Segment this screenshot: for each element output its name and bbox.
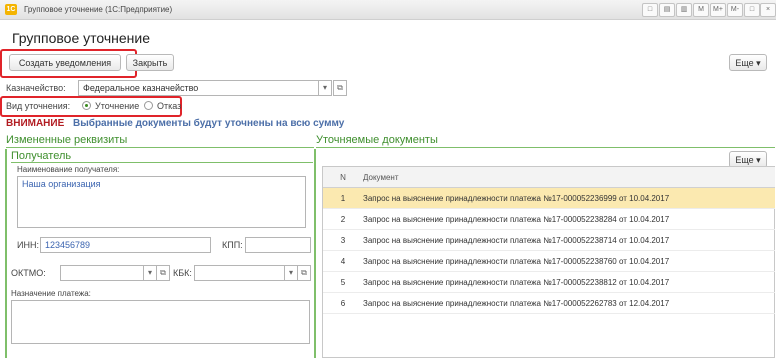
left-panel-border <box>5 149 7 358</box>
kpp-label: КПП: <box>222 240 243 250</box>
radio-clarification[interactable] <box>82 101 91 110</box>
row-number: 4 <box>323 250 363 272</box>
documents-title: Уточняемые документы <box>316 134 438 146</box>
documents-table: N Документ 1 Запрос на выяснение принадл… <box>323 167 775 314</box>
window-list-icon[interactable]: ▤ <box>659 3 675 17</box>
kbk-chevron-down-icon[interactable]: ▾ <box>284 265 298 281</box>
row-number: 3 <box>323 229 363 251</box>
oktmo-input[interactable] <box>60 265 144 281</box>
recipient-title: Получатель <box>11 150 72 162</box>
right-panel-border <box>314 149 316 358</box>
row-number: 6 <box>323 292 363 314</box>
app-logo-icon: 1С <box>5 4 17 15</box>
changed-details-divider <box>6 147 314 148</box>
oktmo-chevron-down-icon[interactable]: ▾ <box>143 265 157 281</box>
row-number: 2 <box>323 208 363 230</box>
recipient-name-field[interactable]: Наша организация <box>17 176 306 228</box>
open-link-icon[interactable]: ⧉ <box>333 80 347 96</box>
row-document: Запрос на выяснение принадлежности плате… <box>363 208 775 230</box>
row-document: Запрос на выяснение принадлежности плате… <box>363 250 775 272</box>
table-row[interactable]: 4 Запрос на выяснение принадлежности пла… <box>323 250 775 272</box>
window-menu-icon[interactable]: □ <box>642 3 658 17</box>
row-document: Запрос на выяснение принадлежности плате… <box>363 271 775 293</box>
documents-divider <box>316 147 775 148</box>
window-table-icon[interactable]: ▥ <box>676 3 692 17</box>
kbk-open-link-icon[interactable]: ⧉ <box>297 265 311 281</box>
more-button[interactable]: Еще ▾ <box>729 54 767 71</box>
kpp-input[interactable] <box>245 237 311 253</box>
oktmo-open-link-icon[interactable]: ⧉ <box>156 265 170 281</box>
column-header-n[interactable]: N <box>323 167 363 188</box>
warning-text: Выбранные документы будут уточнены на вс… <box>73 118 345 129</box>
close-window-icon[interactable]: × <box>760 3 776 17</box>
radio-refusal[interactable] <box>144 101 153 110</box>
kbk-input[interactable] <box>194 265 285 281</box>
oktmo-label: ОКТМО: <box>11 268 46 278</box>
radio-refusal-label: Отказ <box>157 101 182 111</box>
kbk-label: КБК: <box>173 268 192 278</box>
table-row[interactable]: 1 Запрос на выяснение принадлежности пла… <box>323 187 775 209</box>
memory-plus-icon[interactable]: M+ <box>710 3 726 17</box>
clarification-type-label: Вид уточнения: <box>6 101 71 111</box>
row-document: Запрос на выяснение принадлежности плате… <box>363 187 775 209</box>
maximize-icon[interactable]: □ <box>744 3 760 17</box>
window-title: Групповое уточнение (1С:Предприятие) <box>24 5 173 14</box>
payment-purpose-label: Назначение платежа: <box>11 289 91 298</box>
table-row[interactable]: 3 Запрос на выяснение принадлежности пла… <box>323 229 775 251</box>
row-number: 1 <box>323 187 363 209</box>
table-row[interactable]: 2 Запрос на выяснение принадлежности пла… <box>323 208 775 230</box>
inn-input[interactable]: 123456789 <box>40 237 211 253</box>
radio-clarification-label: Уточнение <box>95 101 140 111</box>
row-document: Запрос на выяснение принадлежности плате… <box>363 229 775 251</box>
memory-icon[interactable]: M <box>693 3 709 17</box>
treasury-label: Казначейство: <box>6 83 66 93</box>
changed-details-title: Измененные реквизиты <box>6 134 128 146</box>
treasury-input[interactable]: Федеральное казначейство <box>78 80 319 96</box>
create-notifications-button[interactable]: Создать уведомления <box>9 54 121 71</box>
close-button[interactable]: Закрыть <box>126 54 174 71</box>
column-header-document[interactable]: Документ <box>363 167 775 188</box>
page-title: Групповое уточнение <box>12 30 150 46</box>
table-row[interactable]: 5 Запрос на выяснение принадлежности пла… <box>323 271 775 293</box>
warning-label: ВНИМАНИЕ <box>6 118 65 129</box>
inn-label: ИНН: <box>17 240 39 250</box>
table-row[interactable]: 6 Запрос на выяснение принадлежности пла… <box>323 292 775 314</box>
payment-purpose-field[interactable] <box>11 300 310 344</box>
recipient-name-label: Наименование получателя: <box>17 165 120 174</box>
recipient-divider <box>11 162 313 163</box>
chevron-down-icon[interactable]: ▾ <box>318 80 332 96</box>
memory-minus-icon[interactable]: M- <box>727 3 743 17</box>
row-document: Запрос на выяснение принадлежности плате… <box>363 292 775 314</box>
row-number: 5 <box>323 271 363 293</box>
